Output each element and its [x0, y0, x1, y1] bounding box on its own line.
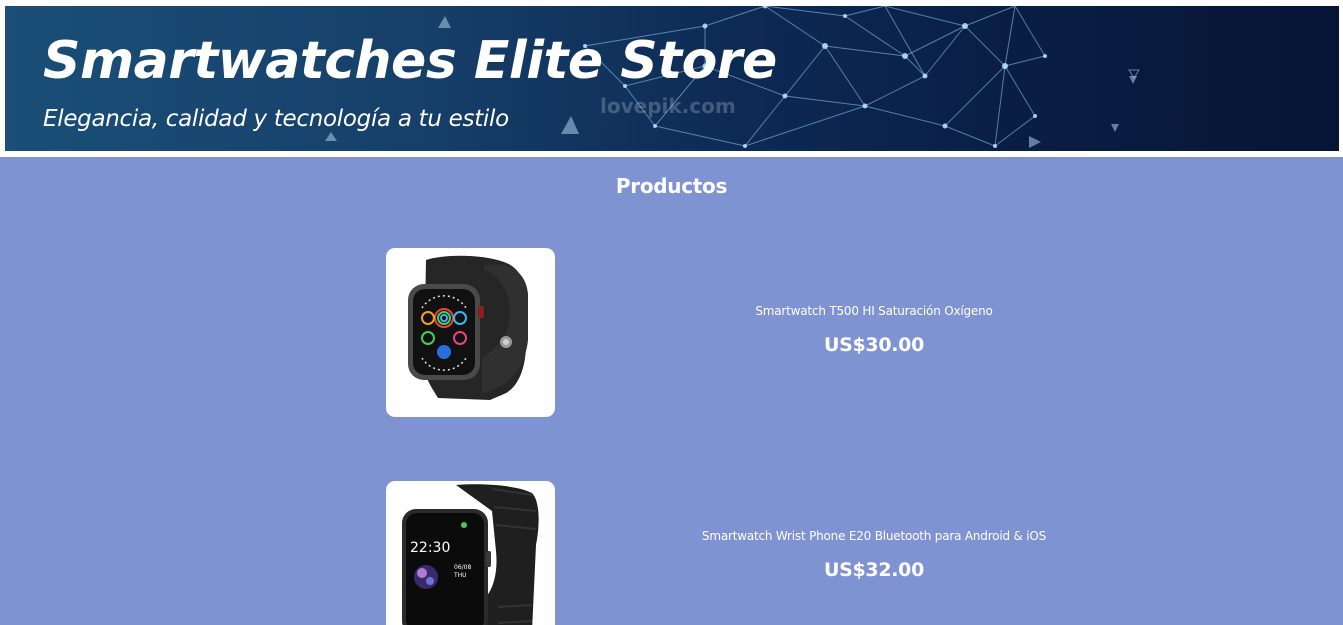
svg-text:22:30: 22:30 — [410, 540, 450, 556]
svg-text:THU: THU — [453, 572, 467, 579]
banner-watermark: lovepik.com — [600, 94, 736, 118]
store-subtitle: Elegancia, calidad y tecnología a tu est… — [43, 106, 509, 132]
store-title: Smartwatches Elite Store — [43, 31, 777, 91]
product-price: US$32.00 — [823, 559, 925, 581]
product-image[interactable]: 22:30 06/08 THU — [386, 481, 555, 625]
product-name[interactable]: Smartwatch Wrist Phone E20 Bluetooth par… — [700, 527, 1048, 545]
store-banner: lovepik.com Smartwatches Elite Store Ele… — [5, 6, 1339, 151]
product-card[interactable]: 22:30 06/08 THU Smartwatch Wrist Phone E… — [0, 481, 1343, 625]
smartwatch-round-band-icon — [408, 255, 528, 400]
product-info: Smartwatch T500 HI Saturación Oxígeno US… — [700, 302, 1048, 356]
product-card[interactable]: Smartwatch T500 HI Saturación Oxígeno US… — [0, 248, 1343, 418]
products-section: Productos Smartwatch T500 HI Saturación … — [0, 157, 1343, 625]
product-name[interactable]: Smartwatch T500 HI Saturación Oxígeno — [700, 302, 1048, 320]
product-info: Smartwatch Wrist Phone E20 Bluetooth par… — [700, 527, 1048, 581]
page: lovepik.com Smartwatches Elite Store Ele… — [0, 0, 1343, 625]
product-image[interactable] — [386, 248, 555, 417]
svg-text:06/08: 06/08 — [454, 564, 471, 571]
product-price: US$30.00 — [823, 334, 925, 356]
section-title: Productos — [615, 174, 728, 198]
smartwatch-square-band-icon: 22:30 06/08 THU — [402, 484, 539, 625]
